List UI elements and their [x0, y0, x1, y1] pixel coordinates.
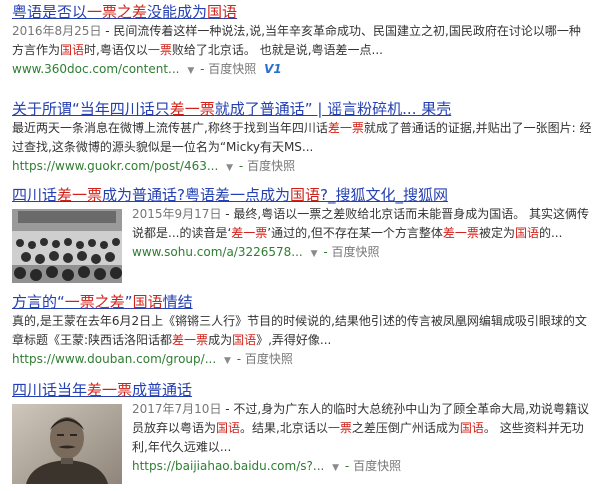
title-text: 就成了普通话” | 谣言粉碎机... 果壳	[214, 100, 452, 118]
result-abstract: 2016年8月25日 - 民间流传着这样一种说法,说,当年辛亥革命成功、民国建立…	[12, 22, 592, 60]
abstract-text: 》,弄得好像...	[256, 333, 332, 347]
snapshot-link[interactable]: 百度快照	[331, 245, 379, 259]
result-url[interactable]: https://www.guokr.com/post/463...	[12, 159, 218, 173]
snapshot-link[interactable]: 百度快照	[247, 159, 295, 173]
crowd-photo-image	[12, 209, 122, 283]
abstract-highlight: 国语	[60, 43, 85, 57]
title-highlight: 差一票	[57, 186, 103, 204]
dropdown-arrow-icon[interactable]: ▼	[226, 163, 233, 173]
search-result: 方言的“一票之差”国语情结 真的,是王蒙在去年6月2日上《锵锵三人行》节目的时候…	[12, 292, 592, 370]
result-thumbnail[interactable]	[12, 209, 122, 287]
result-url-line: www.360doc.com/content... ▼ - 百度快照 V1	[12, 60, 592, 80]
result-url[interactable]: www.360doc.com/content...	[12, 62, 180, 76]
abstract-highlight: 国语	[232, 333, 257, 347]
result-url[interactable]: www.sohu.com/a/3226578...	[132, 245, 303, 259]
title-highlight: 国语	[290, 186, 321, 204]
abstract-text: 的...	[538, 226, 563, 240]
result-url-line: https://www.douban.com/group/... ▼ - 百度快…	[12, 350, 592, 370]
abstract-highlight: 国语	[216, 421, 241, 435]
result-title-link[interactable]: 四川话当年差一票成普通话	[12, 380, 592, 400]
title-highlight: 国语	[207, 3, 238, 21]
search-result: 四川话差一票成为普通话?粤语差一点成为国语?_搜狐文化_搜狐网 2015年9月1…	[12, 185, 592, 287]
title-highlight: 一票之差	[87, 3, 148, 21]
result-body: 2015年9月17日 - 最终,粤语以一票之差败给北京话而未能晋身成为国语。 其…	[12, 205, 592, 287]
abstract-text: 被定为	[478, 226, 515, 240]
title-text: 成普通话	[132, 381, 193, 399]
title-text: 没能成为	[147, 3, 208, 21]
dropdown-arrow-icon[interactable]: ▼	[332, 463, 339, 473]
abstract-highlight: 一票	[147, 43, 172, 57]
snapshot-link[interactable]: 百度快照	[245, 352, 293, 366]
result-separator: -	[236, 352, 242, 366]
result-separator: -	[323, 245, 328, 259]
abstract-highlight: 一票	[327, 421, 352, 435]
abstract-highlight: 差一票	[172, 333, 209, 347]
result-separator: -	[344, 459, 350, 473]
result-title-link[interactable]: 粤语是否以一票之差没能成为国语	[12, 2, 592, 22]
result-title-link[interactable]: 四川话差一票成为普通话?粤语差一点成为国语?_搜狐文化_搜狐网	[12, 185, 592, 205]
abstract-highlight: 差一票	[327, 121, 364, 135]
abstract-highlight: 差一票	[231, 226, 268, 240]
result-title-link[interactable]: 关于所谓“当年四川话只差一票就成了普通话” | 谣言粉碎机... 果壳	[12, 99, 592, 119]
title-text: 成为普通话?粤语差一点成为	[102, 186, 290, 204]
result-url-line: https://baijiahao.baidu.com/s?... ▼ - 百度…	[132, 457, 592, 477]
title-text: 方言的“	[12, 293, 65, 311]
title-text: 关于所谓“当年四川话只	[12, 100, 170, 118]
verification-badge[interactable]: V1	[264, 62, 282, 76]
snapshot-link[interactable]: 百度快照	[353, 459, 401, 473]
title-text: 情结	[162, 293, 193, 311]
result-abstract: 2015年9月17日 - 最终,粤语以一票之差败给北京话而未能晋身成为国语。 其…	[132, 205, 592, 243]
result-abstract: 2017年7月10日 - 不过,身为广东人的临时大总统孙中山为了顾全革命大局,劝…	[132, 400, 592, 457]
abstract-text: 成为	[208, 333, 233, 347]
result-separator: -	[238, 159, 244, 173]
search-result: 粤语是否以一票之差没能成为国语 2016年8月25日 - 民间流传着这样一种说法…	[12, 2, 592, 80]
title-text: ?_搜狐文化_搜狐网	[320, 186, 448, 204]
title-highlight: 一票之差	[64, 293, 125, 311]
result-thumbnail[interactable]	[12, 404, 122, 488]
title-highlight: 差一票	[169, 100, 215, 118]
abstract-text: ’通过的,但不存在某一个方言整体	[267, 226, 443, 240]
result-date: 2015年9月17日	[132, 207, 222, 221]
abstract-highlight: 国语	[459, 421, 484, 435]
result-abstract: 最近两天一条消息在微博上流传甚广,称终于找到当年四川话差一票就成了普通话的证据,…	[12, 119, 592, 157]
abstract-text: 。结果,北京话以	[240, 421, 328, 435]
title-text: 粤语是否以	[12, 3, 88, 21]
dropdown-arrow-icon[interactable]: ▼	[187, 66, 194, 76]
title-text: 四川话当年	[12, 381, 88, 399]
abstract-highlight: 差一票	[442, 226, 479, 240]
result-abstract: 真的,是王蒙在去年6月2日上《锵锵三人行》节目的时候说的,结果他引述的传言被凤凰…	[12, 312, 592, 350]
result-url[interactable]: https://www.douban.com/group/...	[12, 352, 216, 366]
abstract-text: 时,粤语仅以	[84, 43, 148, 57]
dropdown-arrow-icon[interactable]: ▼	[224, 356, 231, 366]
abstract-text: 之差压倒广州话成为	[351, 421, 460, 435]
abstract-text: 败给了北京话。 也就是说,粤语差一点...	[171, 43, 383, 57]
snapshot-link[interactable]: 百度快照	[208, 62, 256, 76]
title-highlight: 差一票	[87, 381, 133, 399]
result-url-line: www.sohu.com/a/3226578... ▼ - 百度快照	[132, 243, 592, 263]
result-date: 2017年7月10日	[132, 402, 222, 416]
result-date: 2016年8月25日	[12, 24, 102, 38]
portrait-photo-image	[12, 404, 122, 484]
search-result: 关于所谓“当年四川话只差一票就成了普通话” | 谣言粉碎机... 果壳 最近两天…	[12, 99, 592, 177]
result-title-link[interactable]: 方言的“一票之差”国语情结	[12, 292, 592, 312]
abstract-highlight: 国语	[514, 226, 539, 240]
dropdown-arrow-icon[interactable]: ▼	[311, 249, 318, 259]
search-result: 四川话当年差一票成普通话 2017年7月10日 - 不过,身为广东人的临时大总统…	[12, 380, 592, 488]
title-highlight: 国语	[132, 293, 163, 311]
result-url-line: https://www.guokr.com/post/463... ▼ - 百度…	[12, 157, 592, 177]
abstract-text: 最近两天一条消息在微博上流传甚广,称终于找到当年四川话	[12, 121, 328, 135]
title-text: ”	[124, 293, 133, 311]
result-separator: -	[200, 62, 205, 76]
result-body: 2017年7月10日 - 不过,身为广东人的临时大总统孙中山为了顾全革命大局,劝…	[12, 400, 592, 488]
result-url[interactable]: https://baijiahao.baidu.com/s?...	[132, 459, 324, 473]
title-text: 四川话	[12, 186, 58, 204]
